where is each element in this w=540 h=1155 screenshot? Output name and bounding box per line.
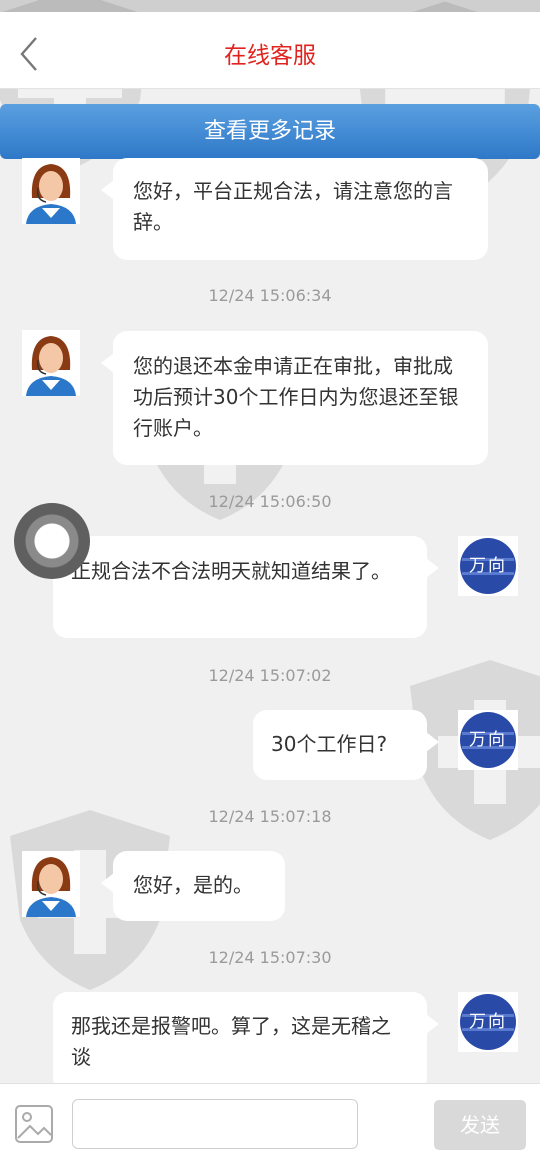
message-timestamp: 12/24 15:06:34 bbox=[208, 286, 332, 305]
chat-bubble-user: 30个工作日? bbox=[253, 710, 439, 780]
agent-avatar-icon bbox=[22, 330, 80, 396]
status-bar bbox=[0, 0, 540, 12]
user-avatar: 万向 bbox=[458, 536, 518, 596]
page-title: 在线客服 bbox=[224, 43, 316, 69]
user-avatar-label: 万向 bbox=[469, 556, 507, 576]
message-timestamp: 12/24 15:07:02 bbox=[208, 666, 332, 685]
user-avatar: 万向 bbox=[458, 992, 518, 1052]
message-input[interactable] bbox=[72, 1099, 358, 1149]
message-timestamp: 12/24 15:07:18 bbox=[208, 807, 332, 826]
top-bar: 在线客服 bbox=[0, 12, 540, 89]
user-avatar-label: 万向 bbox=[469, 730, 507, 750]
floating-assist-button[interactable] bbox=[14, 503, 90, 579]
agent-avatar-icon bbox=[22, 158, 80, 224]
send-button[interactable]: 发送 bbox=[434, 1100, 526, 1150]
user-avatar: 万向 bbox=[458, 710, 518, 770]
message-timestamp: 12/24 15:07:30 bbox=[208, 948, 332, 967]
chat-bubble-agent: 您好，是的。 bbox=[101, 851, 285, 921]
image-upload-icon[interactable] bbox=[14, 1104, 54, 1144]
message-composer: 发送 bbox=[0, 1083, 540, 1155]
message-timestamp: 12/24 15:06:50 bbox=[208, 492, 332, 511]
user-avatar-label: 万向 bbox=[469, 1012, 507, 1032]
chat-bubble-agent: 您好，平台正规合法，请注意您的言辞。 bbox=[101, 158, 488, 260]
agent-avatar-icon bbox=[22, 851, 80, 917]
chat-bubble-user: 正规合法不合法明天就知道结果了。 bbox=[53, 536, 439, 638]
load-more-button[interactable]: 查看更多记录 bbox=[0, 104, 540, 159]
chat-bubble-user: 那我还是报警吧。算了，这是无稽之谈 bbox=[53, 992, 439, 1092]
chat-bubble-agent: 您的退还本金申请正在审批，审批成功后预计30个工作日内为您退还至银行账户。 bbox=[101, 331, 488, 465]
